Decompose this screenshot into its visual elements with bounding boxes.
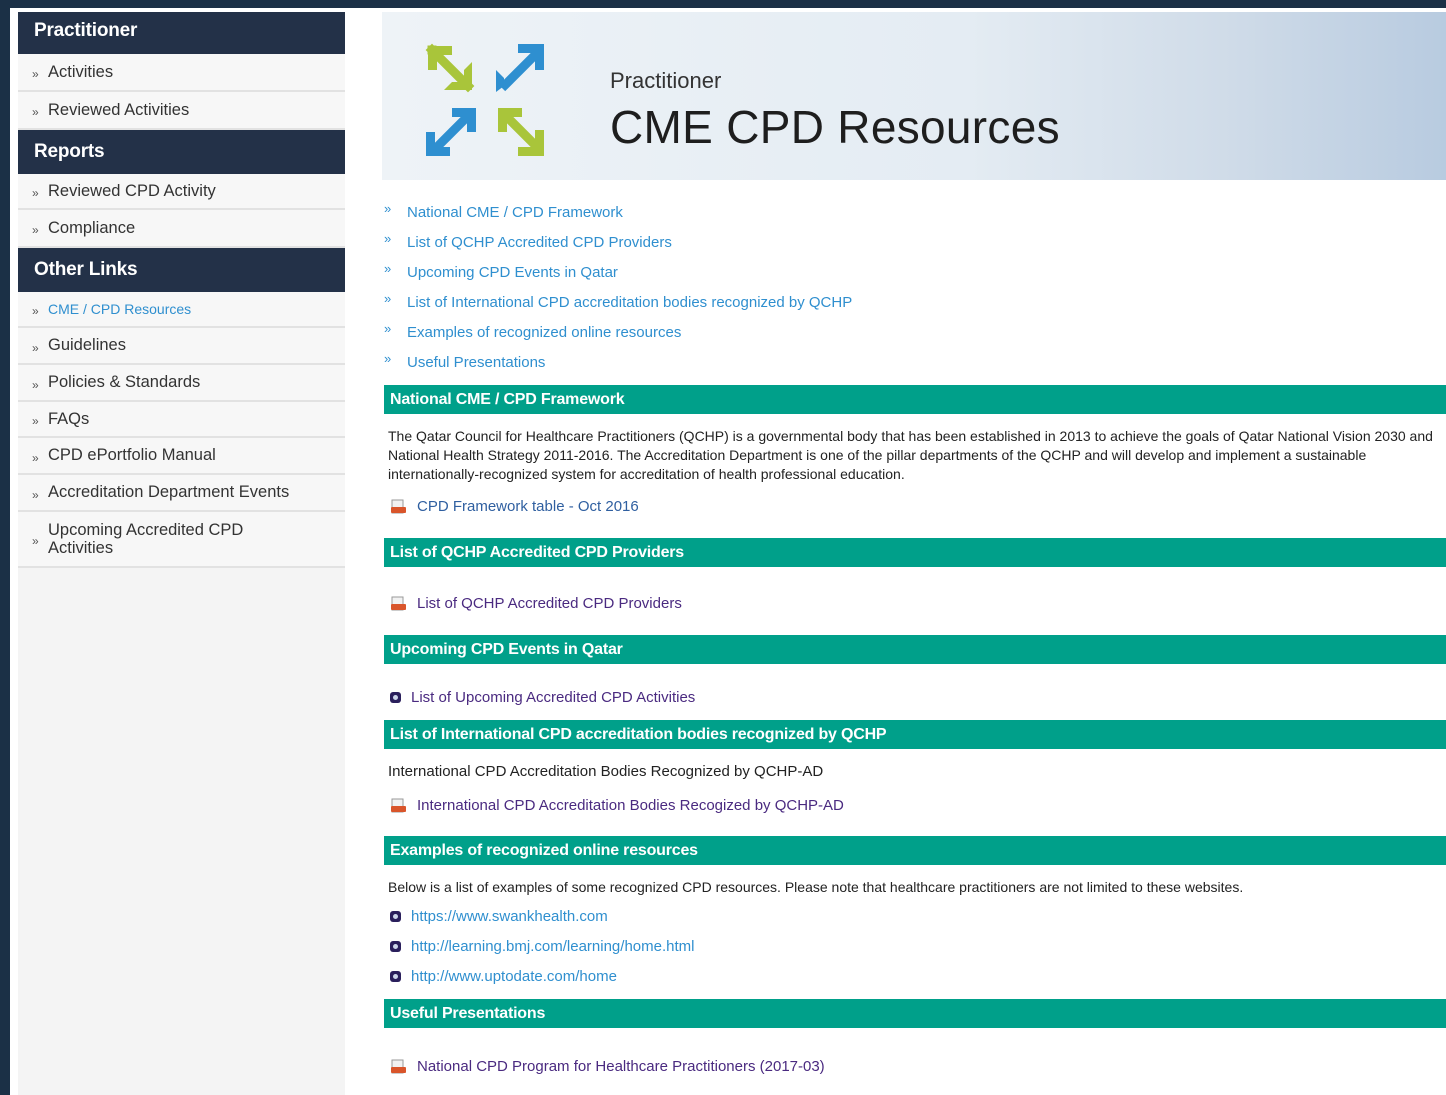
main-content: Practitioner CME CPD Resources » National…	[382, 8, 1446, 1095]
section-heading-providers: List of QCHP Accredited CPD Providers	[384, 538, 1446, 567]
section-heading-framework: National CME / CPD Framework	[384, 385, 1446, 414]
bullet-square-icon	[390, 911, 401, 922]
sidebar-item-cpd-eportfolio-manual[interactable]: » CPD ePortfolio Manual	[18, 438, 345, 475]
framework-description: The Qatar Council for Healthcare Practit…	[388, 428, 1433, 482]
sidebar-item-policies-standards[interactable]: » Policies & Standards	[18, 365, 345, 402]
double-chevron-icon: »	[32, 340, 39, 355]
sidebar-heading-other-links: Other Links	[18, 248, 345, 292]
providers-list-link[interactable]: List of QCHP Accredited CPD Providers	[390, 595, 682, 612]
double-chevron-icon: »	[32, 186, 39, 200]
sidebar-heading-practitioner: Practitioner	[18, 12, 345, 54]
sidebar-item-accreditation-department-events[interactable]: » Accreditation Department Events	[18, 475, 345, 512]
double-chevron-icon: »	[32, 105, 39, 119]
double-chevron-icon: »	[384, 231, 392, 246]
page-frame: Practitioner » Activities » Reviewed Act…	[10, 8, 1446, 1095]
sidebar-item-reviewed-activities[interactable]: » Reviewed Activities	[18, 92, 345, 130]
sidebar-item-reviewed-cpd-activity[interactable]: » Reviewed CPD Activity	[18, 174, 345, 210]
toc-item[interactable]: » Examples of recognized online resources	[382, 322, 852, 352]
section-heading-international: List of International CPD accreditation …	[384, 720, 1446, 749]
double-chevron-icon: »	[384, 291, 392, 306]
page-subtitle: Practitioner	[610, 68, 722, 93]
sidebar-item-faqs[interactable]: » FAQs	[18, 402, 345, 438]
sidebar-item-guidelines[interactable]: » Guidelines	[18, 328, 345, 365]
sidebar-item-compliance[interactable]: » Compliance	[18, 210, 345, 248]
pdf-document-icon	[391, 798, 406, 813]
bullet-square-icon	[390, 692, 401, 703]
page-banner: Practitioner CME CPD Resources	[382, 12, 1446, 180]
toc-item[interactable]: » List of QCHP Accredited CPD Providers	[382, 232, 852, 262]
double-chevron-icon: »	[32, 534, 39, 548]
upcoming-activities-link[interactable]: List of Upcoming Accredited CPD Activiti…	[390, 689, 695, 706]
double-chevron-icon: »	[384, 261, 392, 276]
bullet-square-icon	[390, 941, 401, 952]
double-chevron-icon: »	[384, 321, 392, 336]
double-chevron-icon: »	[384, 351, 392, 366]
section-heading-online: Examples of recognized online resources	[384, 836, 1446, 865]
page-title: CME CPD Resources	[610, 101, 1060, 153]
bullet-square-icon	[390, 971, 401, 982]
online-resource-link[interactable]: http://learning.bmj.com/learning/home.ht…	[390, 938, 694, 955]
toc-list: » National CME / CPD Framework » List of Q…	[382, 202, 852, 382]
toc-item[interactable]: » National CME / CPD Framework	[382, 202, 852, 232]
international-description: International CPD Accreditation Bodies R…	[388, 763, 824, 780]
international-bodies-link[interactable]: International CPD Accreditation Bodies R…	[390, 797, 844, 814]
toc-item[interactable]: » Useful Presentations	[382, 352, 852, 382]
online-resource-link[interactable]: https://www.swankhealth.com	[390, 908, 608, 925]
section-heading-presentations: Useful Presentations	[384, 999, 1446, 1028]
double-chevron-icon: »	[32, 377, 39, 392]
double-chevron-icon: »	[32, 67, 39, 81]
framework-table-link[interactable]: CPD Framework table - Oct 2016	[390, 498, 639, 515]
pdf-document-icon	[391, 499, 406, 514]
online-description: Below is a list of examples of some reco…	[388, 879, 1244, 895]
double-chevron-icon: »	[32, 304, 39, 318]
sidebar-item-activities[interactable]: » Activities	[18, 54, 345, 92]
double-chevron-icon: »	[32, 450, 39, 465]
toc-item[interactable]: » List of International CPD accreditation…	[382, 292, 852, 322]
online-resource-link[interactable]: http://www.uptodate.com/home	[390, 968, 617, 985]
sidebar: Practitioner » Activities » Reviewed Act…	[18, 12, 345, 1095]
double-chevron-icon: »	[32, 223, 39, 237]
double-chevron-icon: »	[384, 201, 392, 216]
double-chevron-icon: »	[32, 414, 39, 428]
pdf-document-icon	[391, 1059, 406, 1074]
sidebar-item-cme-cpd-resources[interactable]: » CME / CPD Resources	[18, 292, 345, 328]
section-heading-events: Upcoming CPD Events in Qatar	[384, 635, 1446, 664]
sidebar-item-upcoming-accredited-cpd-activities[interactable]: » Upcoming Accredited CPD Activities	[18, 512, 345, 568]
double-chevron-icon: »	[32, 487, 39, 502]
toc-item[interactable]: » Upcoming CPD Events in Qatar	[382, 262, 852, 292]
sidebar-heading-reports: Reports	[18, 130, 345, 174]
arrows-logo-icon	[425, 43, 544, 156]
pdf-document-icon	[391, 596, 406, 611]
presentation-link[interactable]: National CPD Program for Healthcare Prac…	[390, 1058, 825, 1075]
